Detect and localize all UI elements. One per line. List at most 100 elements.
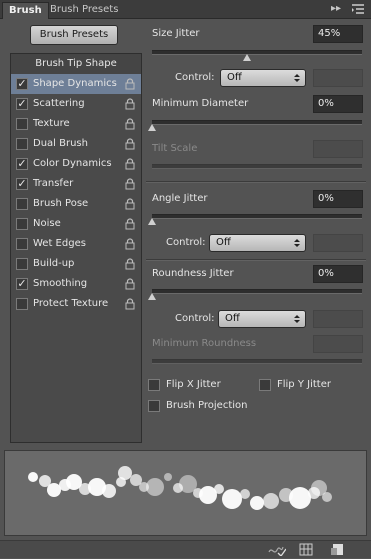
- flip-x-checkbox[interactable]: [148, 379, 160, 391]
- roundness-jitter-label: Roundness Jitter: [152, 268, 234, 279]
- angle-control-value: Off: [216, 237, 231, 248]
- list-item-texture[interactable]: Texture: [11, 114, 141, 134]
- checkbox[interactable]: [16, 238, 28, 250]
- flip-x-label: Flip X Jitter: [166, 379, 221, 390]
- lock-icon[interactable]: [125, 218, 135, 230]
- checkbox[interactable]: ✓: [16, 178, 28, 190]
- section-divider: [146, 259, 366, 261]
- minimum-roundness-value: [313, 335, 363, 353]
- tilt-scale-value: [313, 140, 363, 158]
- checkbox[interactable]: ✓: [16, 78, 28, 90]
- tab-brush[interactable]: Brush: [2, 2, 49, 19]
- list-item-label: Texture: [33, 118, 70, 129]
- panel-tab-bar: Brush Brush Presets ▸▸: [0, 0, 371, 19]
- list-item-dual-brush[interactable]: Dual Brush: [11, 134, 141, 154]
- roundness-control-value: Off: [225, 313, 240, 324]
- minimum-diameter-thumb[interactable]: [148, 124, 156, 131]
- list-item-brush-pose[interactable]: Brush Pose: [11, 194, 141, 214]
- size-jitter-value[interactable]: 45%: [313, 25, 363, 43]
- select-arrows-icon: [294, 315, 300, 323]
- lock-icon[interactable]: [125, 78, 135, 90]
- angle-jitter-thumb[interactable]: [148, 218, 156, 225]
- angle-jitter-track[interactable]: [152, 214, 362, 219]
- checkbox[interactable]: [16, 298, 28, 310]
- grid-icon[interactable]: [299, 543, 313, 556]
- roundness-jitter-value[interactable]: 0%: [313, 265, 363, 283]
- list-item-label: Color Dynamics: [33, 158, 112, 169]
- list-item-label: Smoothing: [33, 278, 88, 289]
- roundness-jitter-track[interactable]: [152, 289, 362, 294]
- list-item-label: Shape Dynamics: [33, 78, 117, 89]
- minimum-diameter-value[interactable]: 0%: [313, 95, 363, 113]
- double-arrow-icon[interactable]: ▸▸: [328, 3, 344, 15]
- checkbox[interactable]: [16, 258, 28, 270]
- list-item-shape-dynamics[interactable]: ✓ Shape Dynamics: [11, 74, 141, 94]
- size-jitter-track[interactable]: [152, 50, 362, 55]
- control-label: Control:: [175, 72, 215, 83]
- list-item-label: Build-up: [33, 258, 75, 269]
- checkbox[interactable]: ✓: [16, 98, 28, 110]
- lock-icon[interactable]: [125, 138, 135, 150]
- list-item-scattering[interactable]: ✓ Scattering: [11, 94, 141, 114]
- list-item-label: Brush Pose: [33, 198, 89, 209]
- list-item-label: Scattering: [33, 98, 85, 109]
- control-label: Control:: [175, 313, 215, 324]
- lock-icon[interactable]: [125, 158, 135, 170]
- minimum-roundness-track: [152, 359, 362, 364]
- minimum-diameter-track[interactable]: [152, 120, 362, 125]
- panel-menu-icon[interactable]: [350, 3, 366, 15]
- list-item-label: Wet Edges: [33, 238, 86, 249]
- flip-y-checkbox[interactable]: [259, 379, 271, 391]
- angle-jitter-label: Angle Jitter: [152, 193, 208, 204]
- size-jitter-thumb[interactable]: [243, 54, 251, 61]
- section-divider: [146, 181, 366, 183]
- list-item-label: Transfer: [33, 178, 74, 189]
- brush-stroke-preview-image: [28, 466, 332, 510]
- list-item-label: Dual Brush: [33, 138, 88, 149]
- brush-projection-checkbox[interactable]: [148, 400, 160, 412]
- list-item-color-dynamics[interactable]: ✓ Color Dynamics: [11, 154, 141, 174]
- brush-presets-button[interactable]: Brush Presets: [30, 25, 118, 45]
- checkbox[interactable]: [16, 118, 28, 130]
- lock-icon[interactable]: [125, 98, 135, 110]
- size-control-extra-field: [313, 69, 363, 87]
- lock-icon[interactable]: [125, 118, 135, 130]
- new-brush-icon[interactable]: [330, 543, 344, 556]
- lock-icon[interactable]: [125, 198, 135, 210]
- roundness-control-extra-field: [313, 310, 363, 328]
- flip-y-label: Flip Y Jitter: [277, 379, 331, 390]
- select-arrows-icon: [294, 74, 300, 82]
- list-item-transfer[interactable]: ✓ Transfer: [11, 174, 141, 194]
- list-item-brush-tip-shape[interactable]: Brush Tip Shape: [11, 54, 141, 74]
- lock-icon[interactable]: [125, 238, 135, 250]
- roundness-jitter-thumb[interactable]: [148, 293, 156, 300]
- checkbox[interactable]: ✓: [16, 278, 28, 290]
- lock-icon[interactable]: [125, 298, 135, 310]
- lock-icon[interactable]: [125, 258, 135, 270]
- list-item-build-up[interactable]: Build-up: [11, 254, 141, 274]
- checkbox[interactable]: [16, 198, 28, 210]
- angle-jitter-value[interactable]: 0%: [313, 190, 363, 208]
- angle-control-select[interactable]: Off: [209, 234, 306, 252]
- list-item-wet-edges[interactable]: Wet Edges: [11, 234, 141, 254]
- size-control-select[interactable]: Off: [220, 69, 306, 87]
- lock-icon[interactable]: [125, 278, 135, 290]
- list-item-label: Protect Texture: [33, 298, 109, 309]
- size-jitter-label: Size Jitter: [152, 28, 200, 39]
- list-item-noise[interactable]: Noise: [11, 214, 141, 234]
- checkbox[interactable]: ✓: [16, 158, 28, 170]
- list-item-protect-texture[interactable]: Protect Texture: [11, 294, 141, 314]
- tab-brush-presets[interactable]: Brush Presets: [44, 2, 124, 18]
- roundness-control-select[interactable]: Off: [218, 310, 306, 328]
- checkbox[interactable]: [16, 218, 28, 230]
- size-control-value: Off: [227, 72, 242, 83]
- checkbox[interactable]: [16, 138, 28, 150]
- minimum-roundness-label: Minimum Roundness: [152, 338, 257, 349]
- select-arrows-icon: [294, 239, 300, 247]
- panel-status-bar: [0, 540, 371, 558]
- list-item-smoothing[interactable]: ✓ Smoothing: [11, 274, 141, 294]
- tilt-scale-track: [152, 164, 362, 169]
- lock-icon[interactable]: [125, 178, 135, 190]
- toggle-brush-preview-icon[interactable]: [268, 543, 287, 558]
- angle-control-extra-field: [313, 234, 363, 252]
